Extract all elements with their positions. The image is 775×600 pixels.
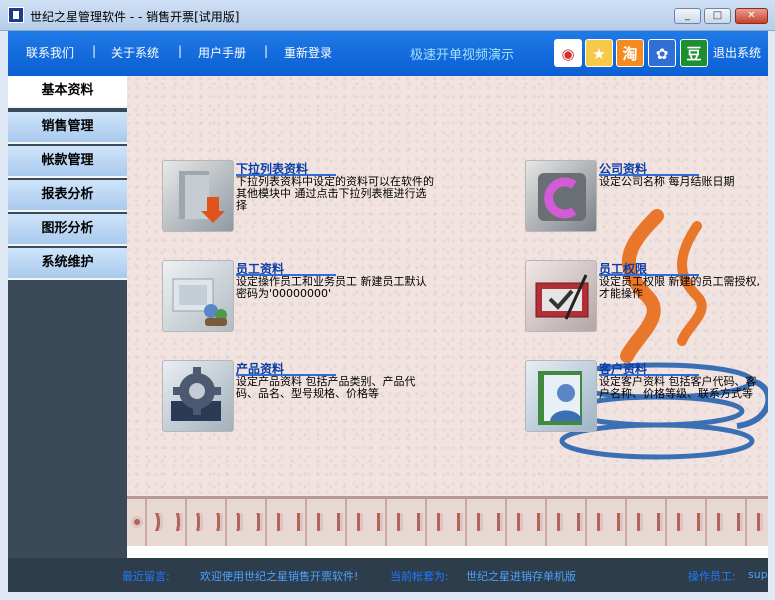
- sidebar-item-sales[interactable]: 销售管理: [8, 112, 127, 144]
- status-bar: 最近留言: 欢迎使用世纪之星销售开票软件! 当前帐套为: 世纪之星进销存单机版 …: [8, 558, 768, 592]
- permission-icon: [525, 260, 597, 332]
- tile-description: 设定操作员工和业务员工 新建员工默认密码为'00000000': [236, 275, 427, 300]
- status-operator-label: 操作员工:: [688, 570, 736, 583]
- tile-product-data[interactable]: 产品资料 设定产品资料 包括产品类别、产品代码、品名、型号规格、价格等: [162, 360, 522, 440]
- douban-icon[interactable]: 豆: [680, 39, 708, 67]
- decorative-border: [127, 496, 768, 552]
- sidebar: 基本资料 销售管理 帐款管理 报表分析 图形分析 系统维护: [8, 76, 127, 558]
- employee-icon: [162, 260, 234, 332]
- tile-customer-data[interactable]: 客户资料 设定客户资料 包括客户代码、客户名称、价格等级、联系方式等: [525, 360, 765, 440]
- nav-manual-link[interactable]: 用户手册: [198, 44, 246, 61]
- tile-description: 下拉列表资料中设定的资料可以在软件的其他模块中 通过点击下拉列表框进行选择: [236, 175, 434, 212]
- tile-company-data[interactable]: 公司资料 设定公司名称 每月结账日期: [525, 160, 765, 240]
- window-title: 世纪之星管理软件 - - 销售开票[试用版]: [30, 10, 240, 24]
- tile-employee-data[interactable]: 员工资料 设定操作员工和业务员工 新建员工默认密码为'00000000': [162, 260, 522, 340]
- star-icon[interactable]: ★: [585, 39, 613, 67]
- minimize-button[interactable]: _: [674, 8, 701, 24]
- status-account-label: 当前帐套为:: [390, 570, 449, 583]
- nav-relogin-link[interactable]: 重新登录: [284, 44, 332, 61]
- product-gear-icon: [162, 360, 234, 432]
- java-logo-watermark: [559, 209, 768, 460]
- status-account-value: 世纪之星进销存单机版: [466, 570, 576, 583]
- tile-description: 设定产品资料 包括产品类别、产品代码、品名、型号规格、价格等: [236, 375, 416, 400]
- exit-system-link[interactable]: 退出系统: [713, 44, 761, 61]
- nav-contact-link[interactable]: 联系我们: [26, 44, 74, 61]
- panel-bottom: [127, 546, 768, 558]
- top-nav: 联系我们 | 关于系统 | 用户手册 | 重新登录 极速开单视频演示 ◉ ★ 淘…: [8, 31, 768, 76]
- tile-description: 设定公司名称 每月结账日期: [599, 175, 735, 188]
- nav-separator: |: [264, 44, 269, 58]
- status-message-label: 最近留言:: [122, 570, 170, 583]
- status-message-value: 欢迎使用世纪之星销售开票软件!: [200, 570, 359, 583]
- nav-separator: |: [178, 44, 183, 58]
- video-demo-link[interactable]: 极速开单视频演示: [410, 44, 514, 63]
- app-icon: [8, 7, 24, 23]
- app-window: 世纪之星管理软件 - - 销售开票[试用版] _ □ ✕ 联系我们 | 关于系统…: [0, 0, 775, 600]
- sidebar-item-maintenance[interactable]: 系统维护: [8, 248, 127, 280]
- status-operator-value: sup: [748, 568, 768, 581]
- baidu-icon[interactable]: ✿: [648, 39, 676, 67]
- customer-icon: [525, 360, 597, 432]
- company-icon: [525, 160, 597, 232]
- title-bar: 世纪之星管理软件 - - 销售开票[试用版] _ □ ✕: [0, 0, 775, 31]
- nav-separator: |: [92, 44, 97, 58]
- sidebar-item-reports[interactable]: 报表分析: [8, 180, 127, 212]
- main-panel: 下拉列表资料 下拉列表资料中设定的资料可以在软件的其他模块中 通过点击下拉列表框…: [127, 76, 768, 558]
- sidebar-item-graphs[interactable]: 图形分析: [8, 214, 127, 246]
- sidebar-item-basic-data[interactable]: 基本资料: [8, 76, 127, 108]
- maximize-button[interactable]: □: [704, 8, 731, 24]
- tile-description: 设定员工权限 新建的员工需授权,才能操作: [599, 275, 760, 300]
- sidebar-item-accounts[interactable]: 帐款管理: [8, 146, 127, 178]
- tile-description: 设定客户资料 包括客户代码、客户名称、价格等级、联系方式等: [599, 375, 757, 400]
- tile-dropdown-data[interactable]: 下拉列表资料 下拉列表资料中设定的资料可以在软件的其他模块中 通过点击下拉列表框…: [162, 160, 522, 240]
- nav-about-link[interactable]: 关于系统: [111, 44, 159, 61]
- dropdown-folder-icon: [162, 160, 234, 232]
- taobao-icon[interactable]: 淘: [616, 39, 644, 67]
- tile-employee-permission[interactable]: 员工权限 设定员工权限 新建的员工需授权,才能操作: [525, 260, 765, 340]
- close-button[interactable]: ✕: [735, 8, 768, 24]
- weibo-icon[interactable]: ◉: [554, 39, 582, 67]
